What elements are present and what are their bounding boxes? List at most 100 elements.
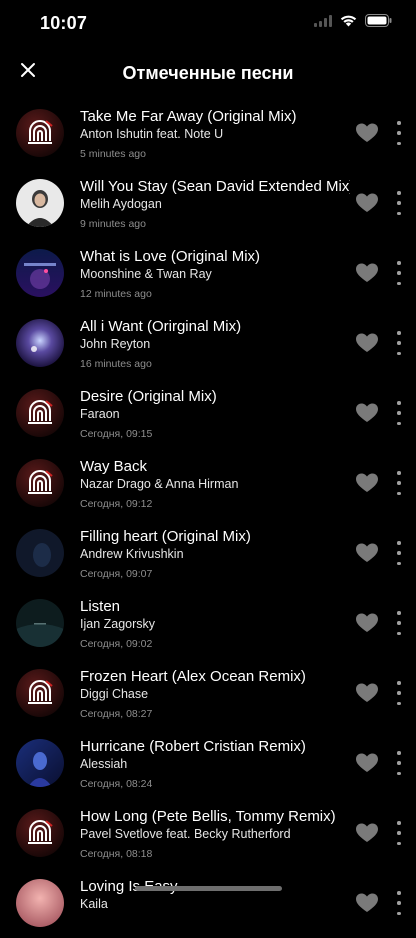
track-row[interactable]: What is Love (Original Mix) Moonshine & T… — [0, 238, 416, 308]
more-options-button[interactable] — [392, 331, 406, 355]
more-vertical-icon — [397, 821, 401, 825]
more-vertical-icon — [397, 611, 401, 615]
more-vertical-icon — [397, 201, 401, 205]
like-button[interactable] — [356, 333, 378, 353]
track-info: Will You Stay (Sean David Extended Mix) M… — [80, 177, 350, 231]
like-button[interactable] — [356, 683, 378, 703]
track-time: 9 minutes ago — [80, 218, 146, 230]
track-artist: Moonshine & Twan Ray — [80, 267, 212, 281]
home-indicator[interactable] — [135, 886, 282, 891]
track-artist: Faraon — [80, 407, 120, 421]
track-info: Frozen Heart (Alex Ocean Remix) Diggi Cha… — [80, 667, 350, 721]
track-cover — [16, 739, 64, 787]
track-artist: Nazar Drago & Anna Hirman — [80, 477, 239, 491]
more-vertical-icon — [397, 141, 401, 145]
more-vertical-icon — [397, 681, 401, 685]
track-info: How Long (Pete Bellis, Tommy Remix) Pavel… — [80, 807, 350, 861]
track-time: Сегодня, 08:18 — [80, 848, 153, 860]
more-options-button[interactable] — [392, 611, 406, 635]
more-options-button[interactable] — [392, 681, 406, 705]
more-options-button[interactable] — [392, 121, 406, 145]
more-vertical-icon — [397, 411, 401, 415]
heart-icon — [356, 403, 378, 427]
more-options-button[interactable] — [392, 471, 406, 495]
track-time: Сегодня, 09:02 — [80, 638, 153, 650]
like-button[interactable] — [356, 123, 378, 143]
more-vertical-icon — [397, 751, 401, 755]
track-artist: Andrew Krivushkin — [80, 547, 184, 561]
more-vertical-icon — [397, 331, 401, 335]
heart-icon — [356, 123, 378, 147]
track-row[interactable]: Listen Ijan Zagorsky Сегодня, 09:02 — [0, 588, 416, 658]
like-button[interactable] — [356, 893, 378, 913]
more-vertical-icon — [397, 261, 401, 265]
track-artist: John Reyton — [80, 337, 151, 351]
more-options-button[interactable] — [392, 541, 406, 565]
track-time: 12 minutes ago — [80, 288, 152, 300]
track-row[interactable]: Will You Stay (Sean David Extended Mix) M… — [0, 168, 416, 238]
more-options-button[interactable] — [392, 821, 406, 845]
heart-icon — [356, 473, 378, 497]
more-vertical-icon — [397, 421, 401, 425]
track-title: Hurricane (Robert Cristian Remix) — [80, 738, 306, 755]
track-info: Loving Is Easy Kaila — [80, 877, 350, 917]
heart-icon — [356, 823, 378, 847]
track-row[interactable]: Desire (Original Mix) Faraon Сегодня, 09:1… — [0, 378, 416, 448]
track-artist: Diggi Chase — [80, 687, 149, 701]
page-title: Отмеченные песни — [122, 63, 294, 83]
track-row[interactable]: Take Me Far Away (Original Mix) Anton Ish… — [0, 98, 416, 168]
track-time: 5 minutes ago — [80, 148, 146, 160]
more-options-button[interactable] — [392, 261, 406, 285]
track-row[interactable]: Hurricane (Robert Cristian Remix) Alessia… — [0, 728, 416, 798]
track-row[interactable]: All i Want (Orirginal Mix) John Reyton 16 … — [0, 308, 416, 378]
track-time: 16 minutes ago — [80, 358, 152, 370]
track-info: Way Back Nazar Drago & Anna Hirman Сегодня… — [80, 457, 350, 511]
more-vertical-icon — [397, 491, 401, 495]
track-time: Сегодня, 08:24 — [80, 778, 153, 790]
like-button[interactable] — [356, 263, 378, 283]
track-info: Desire (Original Mix) Faraon Сегодня, 09:1… — [80, 387, 350, 441]
more-options-button[interactable] — [392, 751, 406, 775]
status-icons — [314, 14, 392, 32]
track-info: Hurricane (Robert Cristian Remix) Alessia… — [80, 737, 350, 791]
more-vertical-icon — [397, 901, 401, 905]
track-row[interactable]: Way Back Nazar Drago & Anna Hirman Сегодня… — [0, 448, 416, 518]
heart-icon — [356, 263, 378, 287]
heart-icon — [356, 333, 378, 357]
status-time: 10:07 — [40, 13, 88, 33]
more-vertical-icon — [397, 831, 401, 835]
more-options-button[interactable] — [392, 401, 406, 425]
track-info: Take Me Far Away (Original Mix) Anton Ish… — [80, 107, 350, 161]
more-options-button[interactable] — [392, 191, 406, 215]
more-vertical-icon — [397, 271, 401, 275]
track-artist: Pavel Svetlove feat. Becky Rutherford — [80, 827, 291, 841]
like-button[interactable] — [356, 403, 378, 423]
track-row[interactable]: How Long (Pete Bellis, Tommy Remix) Pavel… — [0, 798, 416, 868]
track-time: Сегодня, 09:07 — [80, 568, 153, 580]
signal-icon — [314, 14, 332, 32]
track-row[interactable]: Frozen Heart (Alex Ocean Remix) Diggi Cha… — [0, 658, 416, 728]
like-button[interactable] — [356, 823, 378, 843]
track-cover — [16, 109, 64, 157]
track-title: Frozen Heart (Alex Ocean Remix) — [80, 668, 306, 685]
battery-icon — [365, 14, 392, 32]
like-button[interactable] — [356, 543, 378, 563]
like-button[interactable] — [356, 753, 378, 773]
track-row[interactable]: Loving Is Easy Kaila — [0, 868, 416, 938]
more-vertical-icon — [397, 561, 401, 565]
more-vertical-icon — [397, 481, 401, 485]
more-options-button[interactable] — [392, 891, 406, 915]
more-vertical-icon — [397, 401, 401, 405]
track-row[interactable]: Filling heart (Original Mix) Andrew Krivu… — [0, 518, 416, 588]
more-vertical-icon — [397, 691, 401, 695]
heart-icon — [356, 893, 378, 917]
like-button[interactable] — [356, 473, 378, 493]
more-vertical-icon — [397, 341, 401, 345]
track-time: Сегодня, 08:27 — [80, 708, 153, 720]
track-title: Take Me Far Away (Original Mix) — [80, 108, 297, 125]
track-cover — [16, 529, 64, 577]
like-button[interactable] — [356, 193, 378, 213]
like-button[interactable] — [356, 613, 378, 633]
track-title: How Long (Pete Bellis, Tommy Remix) — [80, 808, 336, 825]
track-artist: Anton Ishutin feat. Note U — [80, 127, 224, 141]
